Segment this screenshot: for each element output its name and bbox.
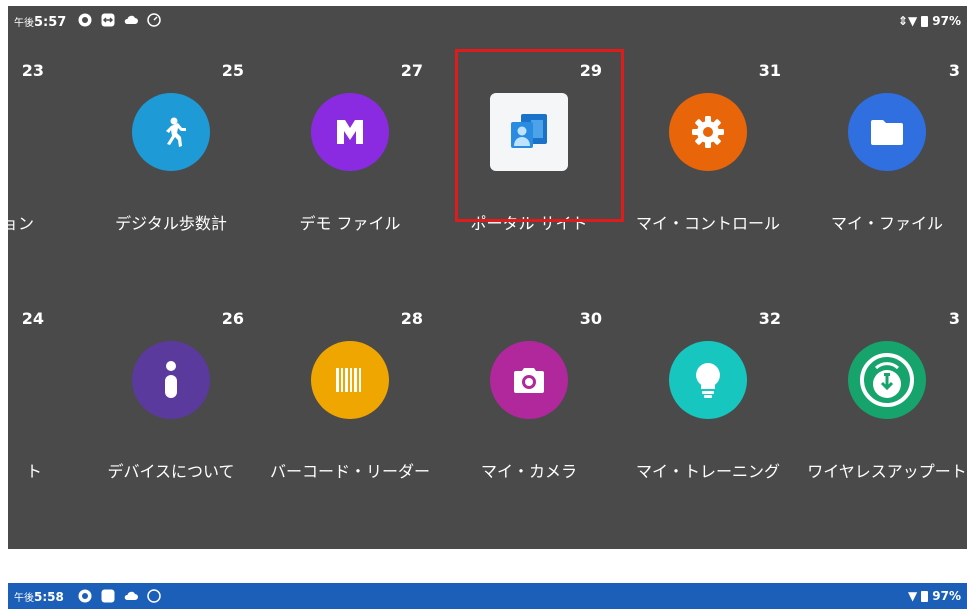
app-label: マイ・トレーニング [635, 462, 780, 481]
app-tile[interactable]: 23 ョン [8, 61, 56, 233]
status-time: 午後5:58 [14, 589, 64, 604]
time-value: 5:58 [34, 590, 64, 604]
app-label: ト [25, 462, 42, 481]
app-label: ワイヤレスアップート [807, 462, 967, 481]
time-value: 5:57 [34, 15, 67, 30]
speedometer-icon [147, 589, 161, 603]
status-bar: 午後5:57 ⇕▼ 97% [8, 6, 967, 36]
wifi-icon: ⇕▼ [897, 14, 918, 28]
app-label: バーコード・リーダー [269, 462, 430, 481]
time-prefix: 午後 [14, 593, 34, 604]
page-number: 32 [758, 309, 781, 328]
battery-level: 97% [932, 14, 961, 28]
speedometer-icon [147, 13, 161, 27]
app-portal-site[interactable]: 29 ポータル サイト [444, 61, 614, 233]
battery-level: 97% [932, 589, 961, 603]
app-my-camera[interactable]: 30 マイ・カメラ [444, 309, 614, 481]
lightbulb-icon [669, 341, 747, 419]
app-label: マイ・ファイル [830, 214, 943, 233]
status-icons [78, 13, 161, 27]
page-number: 28 [400, 309, 423, 328]
cloud-icon [124, 15, 138, 24]
teamviewer-icon [101, 589, 115, 603]
app-label: ポータル サイト [470, 214, 588, 233]
status-bar-next-frame: 午後5:58 ▼ 97% [8, 583, 967, 609]
camera-icon [490, 341, 568, 419]
wifi-icon: ▼ [908, 589, 918, 603]
app-my-file[interactable]: 3 マイ・ファイル [802, 61, 967, 233]
teamviewer-icon [101, 13, 115, 27]
demo-file-icon [311, 93, 389, 171]
page-number: 27 [400, 61, 423, 80]
page-number: 29 [579, 61, 602, 80]
info-icon [132, 341, 210, 419]
sync-app-icon [78, 589, 92, 603]
app-my-training[interactable]: 32 マイ・トレーニング [623, 309, 793, 481]
folder-icon [848, 93, 926, 171]
app-demo-file[interactable]: 27 デモ ファイル [265, 61, 435, 233]
app-wireless-update[interactable]: 3 ワイヤレスアップート [802, 309, 967, 481]
app-tile[interactable]: 24 ト [8, 309, 56, 481]
cloud-icon [124, 591, 138, 600]
app-label: ョン [8, 214, 34, 233]
app-barcode-reader[interactable]: 28 バーコード・リーダー [265, 309, 435, 481]
wireless-update-icon [848, 341, 926, 419]
gear-icon [669, 93, 747, 171]
page-number: 25 [221, 61, 244, 80]
barcode-icon [311, 341, 389, 419]
status-right: ▼ 97% [908, 589, 961, 603]
app-about-device[interactable]: 26 デバイスについて [86, 309, 256, 481]
status-right: ⇕▼ 97% [898, 14, 961, 28]
app-label: デジタル歩数計 [115, 214, 227, 233]
sync-app-icon [78, 13, 92, 27]
portal-site-icon [490, 93, 568, 171]
launcher-screen: 午後5:57 ⇕▼ 97% 23 ョン 25 デジタル歩数計 27 デモ ファイ… [8, 6, 967, 549]
page-number: 23 [21, 61, 44, 80]
page-number: 31 [758, 61, 781, 80]
page-number: 3 [948, 309, 960, 328]
app-label: デモ ファイル [299, 214, 401, 233]
page-number: 24 [21, 309, 44, 328]
app-label: マイ・コントロール [635, 214, 780, 233]
app-label: デバイスについて [107, 462, 235, 481]
time-prefix: 午後 [14, 18, 34, 29]
walking-person-icon [132, 93, 210, 171]
status-icons [78, 589, 161, 603]
page-number: 3 [948, 61, 960, 80]
battery-icon [921, 590, 929, 602]
page-number: 30 [579, 309, 602, 328]
battery-icon [921, 15, 929, 27]
app-my-control[interactable]: 31 マイ・コントロール [623, 61, 793, 233]
app-label: マイ・カメラ [480, 462, 577, 481]
status-time: 午後5:57 [14, 14, 66, 30]
app-digital-pedometer[interactable]: 25 デジタル歩数計 [86, 61, 256, 233]
page-number: 26 [221, 309, 244, 328]
